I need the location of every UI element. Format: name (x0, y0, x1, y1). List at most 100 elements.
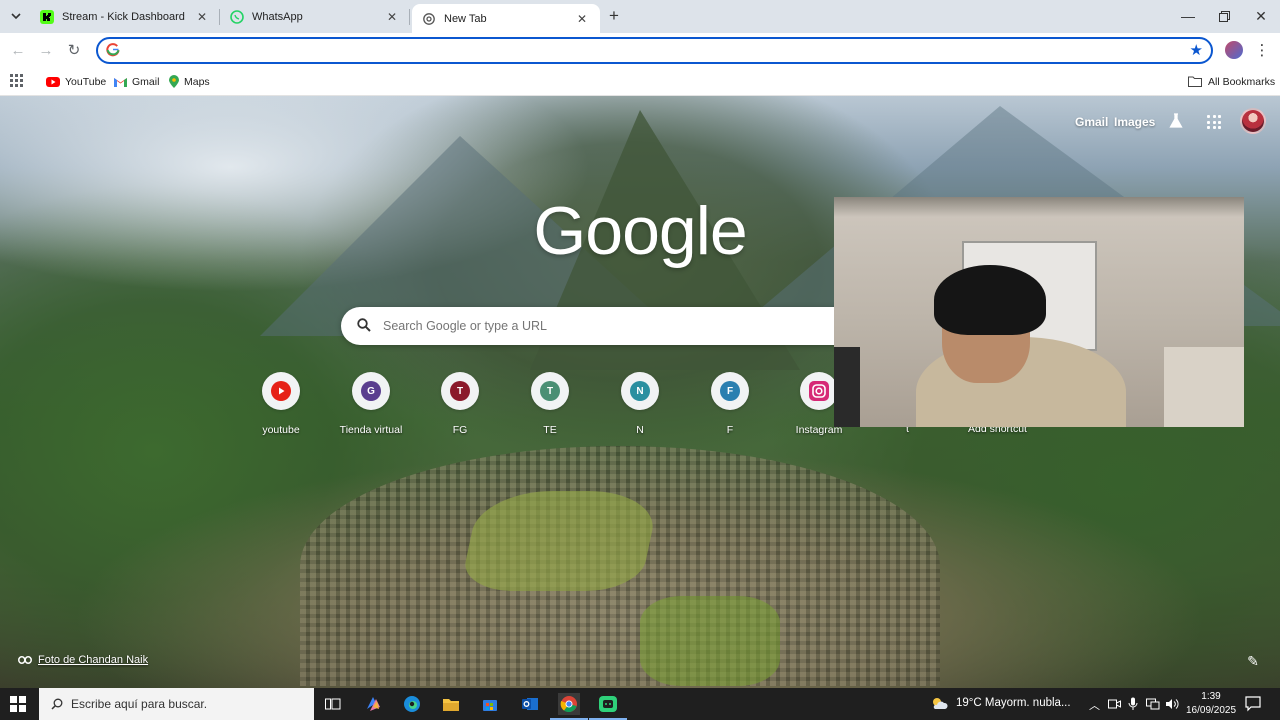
forward-button[interactable]: → (36, 40, 56, 60)
labs-flask-icon[interactable] (1168, 113, 1184, 129)
tab-strip: Stream - Kick Dashboard ✕ WhatsApp ✕ New… (0, 0, 1280, 33)
shortcut-label: TE (543, 424, 557, 436)
pencil-icon: ✎ (1247, 652, 1259, 669)
close-icon: ✕ (1255, 7, 1267, 24)
gmail-link[interactable]: Gmail (1075, 115, 1108, 129)
streaming-app-icon[interactable] (589, 693, 627, 720)
tab-kick-dashboard[interactable]: Stream - Kick Dashboard ✕ (30, 0, 220, 33)
maps-pin-icon (169, 75, 179, 88)
maximize-button[interactable] (1206, 0, 1242, 32)
shortcut-icon-wrap: T (531, 372, 569, 410)
chrome-taskbar-icon[interactable] (550, 693, 588, 720)
shortcut-label: youtube (262, 424, 300, 436)
close-icon[interactable]: ✕ (194, 9, 210, 25)
taskbar-search-box[interactable]: Escribe aquí para buscar. (39, 688, 314, 720)
edge-browser-icon[interactable] (401, 693, 423, 715)
link-icon (18, 656, 32, 664)
bookmark-youtube[interactable]: YouTube (46, 73, 106, 90)
close-icon[interactable]: ✕ (384, 9, 400, 25)
shortcut-tienda-virtual[interactable]: G Tienda virtual (331, 372, 411, 436)
bookmark-label: Maps (184, 75, 210, 88)
close-window-button[interactable]: ✕ (1243, 0, 1279, 32)
shortcut-letter-icon: G (361, 381, 381, 401)
bookmark-label: YouTube (65, 75, 107, 88)
shortcut-icon-wrap: G (352, 372, 390, 410)
task-view-icon[interactable] (322, 693, 344, 715)
profile-avatar[interactable] (1225, 41, 1243, 59)
plus-icon: + (609, 6, 619, 25)
images-link[interactable]: Images (1114, 115, 1155, 129)
bookmarks-bar: YouTube Gmail Maps All Bookmarks (0, 67, 1280, 96)
photo-credit-link[interactable]: Foto de Chandan Naik (18, 654, 148, 666)
tab-whatsapp[interactable]: WhatsApp ✕ (220, 0, 410, 33)
google-apps-icon[interactable] (1207, 115, 1221, 129)
microphone-icon[interactable] (1128, 697, 1138, 711)
tab-new-tab[interactable]: New Tab ✕ (412, 4, 600, 33)
chrome-menu-button[interactable]: ⋮ (1254, 40, 1270, 60)
new-tab-button[interactable]: + (604, 6, 624, 26)
minimize-button[interactable]: — (1170, 0, 1206, 32)
shortcut-letter-icon: F (720, 381, 740, 401)
youtube-icon (46, 76, 60, 87)
webcam-desk (1164, 347, 1244, 427)
shortcut-n[interactable]: N N (600, 372, 680, 436)
weather-widget[interactable]: 19°C Mayorm. nubla... (930, 696, 1071, 710)
all-bookmarks-label: All Bookmarks (1208, 75, 1276, 88)
shortcut-letter-icon: N (630, 381, 650, 401)
google-logo: Google (533, 193, 747, 269)
google-g-icon (106, 43, 120, 57)
microsoft-store-icon[interactable] (479, 693, 501, 715)
apps-grid-icon[interactable] (10, 74, 23, 87)
photo-credit-text: Foto de Chandan Naik (38, 654, 149, 666)
gmail-icon (114, 77, 127, 87)
account-avatar[interactable] (1240, 108, 1266, 134)
minimize-icon: — (1181, 8, 1195, 24)
reload-button[interactable]: ↻ (64, 40, 84, 60)
shortcut-te[interactable]: T TE (510, 372, 590, 436)
back-button[interactable]: ← (8, 40, 28, 60)
weather-text: 19°C Mayorm. nubla... (956, 697, 1071, 709)
windows-taskbar: Escribe aquí para buscar. 19°C Mayorm. n… (0, 688, 1280, 720)
reload-icon: ↻ (67, 42, 81, 59)
bookmark-maps[interactable]: Maps (169, 73, 210, 90)
folder-icon (1188, 76, 1202, 87)
kebab-menu-icon: ⋮ (1254, 42, 1270, 59)
file-explorer-icon[interactable] (440, 693, 462, 715)
restore-icon (1218, 10, 1230, 22)
address-input[interactable] (128, 41, 1168, 60)
meet-now-icon[interactable] (1108, 698, 1121, 710)
shortcut-label: FG (452, 424, 468, 436)
tab-title: WhatsApp (252, 10, 303, 23)
webcam-chair (834, 347, 860, 427)
bookmark-star-icon[interactable]: ★ (1190, 41, 1203, 59)
outlook-icon[interactable] (519, 693, 541, 715)
tab-search-button[interactable] (6, 6, 26, 26)
copilot-icon[interactable] (362, 693, 384, 715)
close-icon[interactable]: ✕ (574, 11, 590, 27)
search-icon (51, 698, 63, 710)
windows-start-icon[interactable] (10, 696, 26, 712)
instagram-icon (809, 381, 829, 401)
volume-icon[interactable] (1165, 698, 1179, 710)
network-icon[interactable] (1146, 698, 1160, 710)
system-clock[interactable]: 1:39 16/09/2025 (1186, 690, 1236, 718)
shortcut-label: Tienda virtual (339, 424, 403, 436)
customize-chrome-button[interactable]: ✎ (1240, 648, 1266, 674)
address-bar[interactable]: ★ (96, 37, 1213, 64)
tab-title: New Tab (444, 12, 487, 25)
arrow-right-icon: → (38, 41, 54, 59)
bookmark-label: Gmail (132, 75, 160, 88)
shortcut-youtube[interactable]: youtube (241, 372, 321, 436)
whatsapp-icon (230, 9, 244, 24)
ntp-search-input[interactable] (383, 316, 763, 336)
webcam-overlay (834, 197, 1244, 427)
all-bookmarks-button[interactable]: All Bookmarks (1188, 73, 1275, 90)
chevron-up-icon[interactable]: ︿ (1089, 697, 1100, 713)
taskbar-search-placeholder: Escribe aquí para buscar. (71, 697, 208, 711)
shortcut-f[interactable]: F F (690, 372, 770, 436)
notification-icon[interactable] (1245, 696, 1261, 712)
webcam-person-hair (934, 265, 1046, 335)
bookmark-gmail[interactable]: Gmail (114, 73, 159, 90)
shortcut-fg[interactable]: T FG (420, 372, 500, 436)
shortcut-icon-wrap: N (621, 372, 659, 410)
